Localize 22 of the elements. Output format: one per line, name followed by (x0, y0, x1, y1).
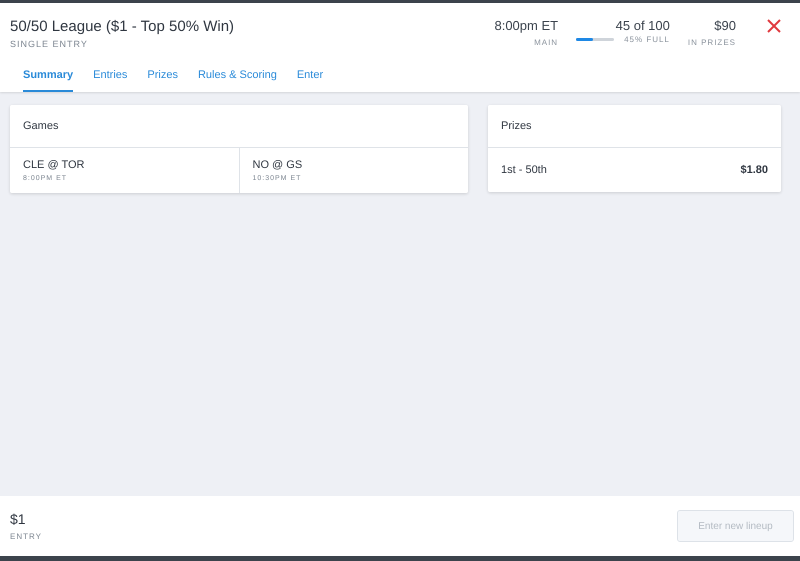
card-title: Prizes (501, 120, 532, 132)
prize-place: 1st - 50th (501, 164, 547, 176)
tab[interactable]: Rules & Scoring (198, 69, 277, 92)
game-matchup: NO @ GS (252, 159, 304, 171)
entry-type: SINGLE ENTRY (10, 39, 89, 49)
game-matchup: CLE @ TOR (23, 159, 86, 171)
entry-fee: $1 (10, 511, 27, 527)
stat-value: $90 (714, 18, 736, 33)
tab[interactable]: Summary (23, 69, 74, 92)
tab[interactable]: Entries (93, 69, 128, 92)
close-icon[interactable] (766, 18, 782, 34)
stat-value: 8:00pm ET (494, 18, 558, 33)
stat-value: 45 of 100 (616, 18, 670, 33)
tab[interactable]: Enter (296, 69, 324, 92)
tab[interactable]: Prizes (147, 69, 178, 92)
contest-title: 50/50 League ($1 - Top 50% Win) (10, 18, 234, 35)
stat-label: 45% FULL (624, 35, 670, 44)
prize-amount: $1.80 (740, 164, 768, 176)
entry-fee-label: ENTRY (10, 532, 42, 541)
stat-label: MAIN (534, 38, 558, 47)
card-title: Games (23, 120, 58, 132)
stat-label: IN PRIZES (688, 38, 736, 47)
